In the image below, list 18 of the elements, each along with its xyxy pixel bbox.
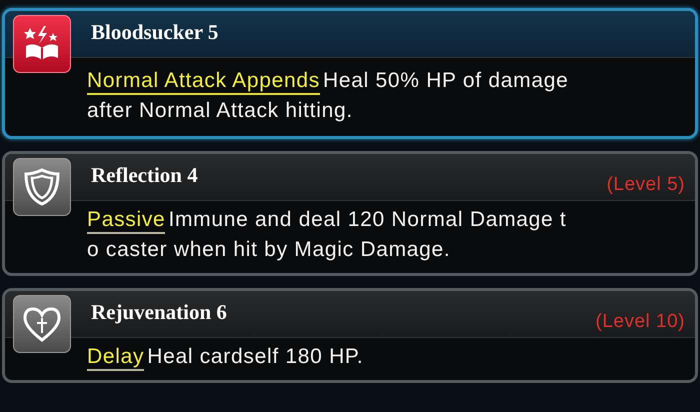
skill-description: o caster when hit by Magic Damage. — [87, 238, 450, 261]
skill-level: (Level 10) — [596, 311, 685, 333]
skill-description: Heal 50% HP of damage — [323, 69, 568, 92]
skill-tag: Passive — [87, 208, 166, 234]
shield-icon — [23, 167, 61, 207]
skill-card[interactable]: Rejuvenation 6 (Level 10) Delay Heal cardself 180 HP. — [2, 288, 698, 383]
skill-description: Heal cardself 180 HP. — [147, 345, 364, 368]
skill-tag: Delay — [87, 345, 144, 371]
skill-card[interactable]: Bloodsucker 5 Normal Attack Appends Heal 50% HP of damage after Normal Attack hitting. — [2, 8, 698, 139]
skill-title: Reflection 4 — [91, 163, 198, 188]
heart-cross-icon — [22, 305, 62, 343]
skill-card[interactable]: Reflection 4 (Level 5) Passive Immune and deal 120 Normal Damage t o caster when hit by Magic Damage. — [2, 151, 698, 276]
skill-level: (Level 5) — [606, 174, 685, 196]
skill-tag: Normal Attack Appends — [87, 69, 320, 95]
skill-title: Bloodsucker 5 — [91, 20, 218, 45]
skill-description: Immune and deal 120 Normal Damage t — [168, 208, 566, 231]
skill-description: after Normal Attack hitting. — [87, 99, 353, 122]
skill-title: Rejuvenation 6 — [91, 300, 227, 325]
